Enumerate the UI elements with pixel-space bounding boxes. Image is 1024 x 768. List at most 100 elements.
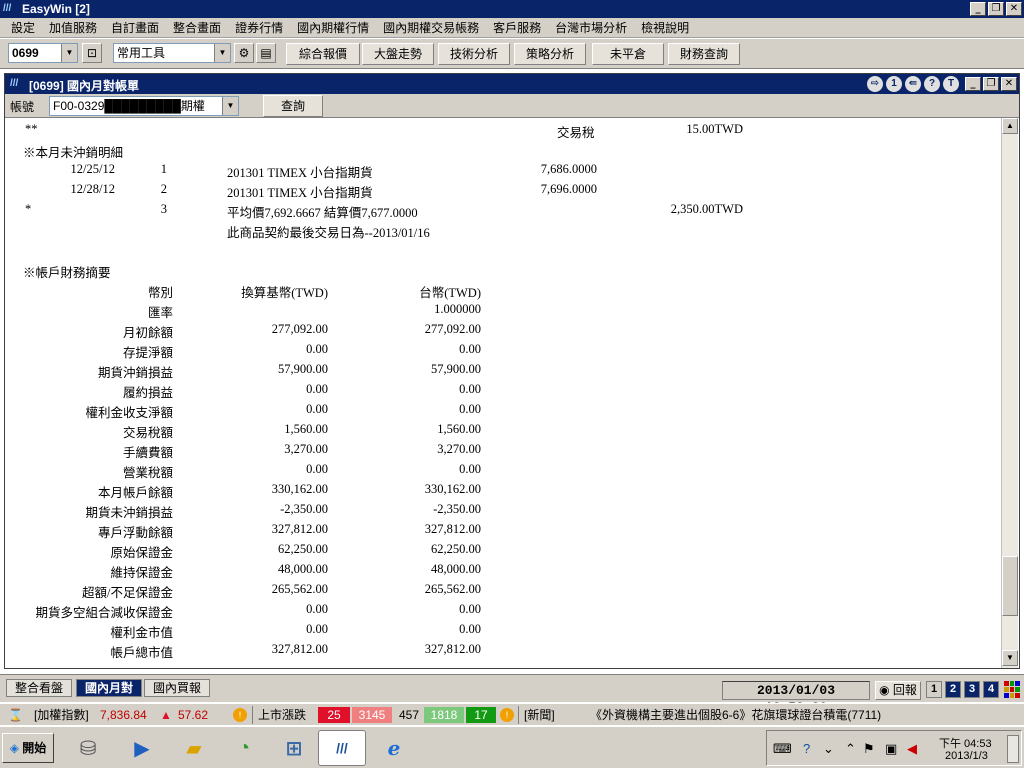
scrollbar-thumb[interactable] <box>1002 556 1018 616</box>
tray-date[interactable]: 2013/1/3 <box>945 750 988 762</box>
app-title-bar: /// EasyWin [2] _ ❐ ✕ <box>0 0 1024 18</box>
restore-button[interactable]: ❐ <box>988 2 1004 16</box>
chevron-up-icon[interactable]: ⌃ <box>845 741 856 757</box>
menu-item[interactable]: 證券行情 <box>228 19 290 36</box>
summary-row-base: 277,092.00 <box>271 322 328 336</box>
limit-down-count: 17 <box>466 707 496 723</box>
windows-taskbar: ◈ 開始 ⛁ ▶ ▰ ◔ ⊞ /// e ⌨ ? ⌄ ⌃ ⚑ ▣ ◀ 下午 04… <box>0 726 1024 768</box>
summary-row-twd: 0.00 <box>459 402 481 416</box>
toolbar-button[interactable]: 綜合報價 <box>286 43 360 65</box>
alert-icon[interactable]: ! <box>233 708 247 722</box>
show-desktop-button[interactable] <box>1007 735 1019 763</box>
summary-row-label: 交易稅額 <box>122 426 173 440</box>
tray-time[interactable]: 下午 04:53 <box>939 735 992 751</box>
minimize-button[interactable]: _ <box>970 2 986 16</box>
easywin-taskbar-icon[interactable]: /// <box>318 730 366 766</box>
layout-number-button[interactable]: 1 <box>926 681 942 698</box>
window-help-button[interactable]: 1 <box>886 76 902 92</box>
network-app-icon[interactable]: ⛁ <box>64 730 112 766</box>
folder-icon[interactable]: ▰ <box>170 730 218 766</box>
powershell-icon[interactable]: ▶ <box>118 730 166 766</box>
toolbar-button[interactable]: 技術分析 <box>438 43 510 65</box>
account-value: F00-0329█████████期權 <box>53 99 205 113</box>
summary-row-twd: 0.00 <box>459 602 481 616</box>
start-button[interactable]: ◈ 開始 <box>2 733 54 763</box>
open-positions-title: ※本月未沖銷明細 <box>23 146 124 160</box>
add-window-icon[interactable]: ▤ <box>256 43 276 63</box>
network-share-icon[interactable]: ⊞ <box>270 730 318 766</box>
grid-layout-icon[interactable] <box>1004 681 1020 698</box>
toolbar-button[interactable]: 策略分析 <box>514 43 586 65</box>
menu-item[interactable]: 國內期權交易帳務 <box>376 19 486 36</box>
menu-item[interactable]: 加值服務 <box>42 19 104 36</box>
volume-muted-icon[interactable]: ◀ <box>907 741 917 757</box>
toolbar-button[interactable]: 未平倉 <box>592 43 664 65</box>
back-report-button[interactable]: ◉ 回報 <box>875 681 921 700</box>
keyboard-icon[interactable]: ⌨ <box>773 741 792 757</box>
row-mark: ** <box>25 122 38 136</box>
summary-row-label: 期貨未沖銷損益 <box>85 506 173 520</box>
menu-item[interactable]: 客戶服務 <box>486 19 548 36</box>
position-price: 7,686.0000 <box>540 162 597 176</box>
chevron-down-icon[interactable]: ▼ <box>214 44 230 62</box>
start-label: 開始 <box>22 741 47 755</box>
menu-item[interactable]: 檢視說明 <box>634 19 696 36</box>
close-button[interactable]: ✕ <box>1006 2 1022 16</box>
toolbar-button[interactable]: 大盤走勢 <box>362 43 434 65</box>
position-qty: 2 <box>160 182 167 196</box>
chevron-down-icon[interactable]: ▼ <box>61 44 77 62</box>
symbol-value: 0699 <box>12 46 39 60</box>
restore-button[interactable]: ❐ <box>983 77 999 91</box>
minimize-button[interactable]: _ <box>965 77 981 91</box>
summary-row-twd: 327,812.00 <box>424 522 481 536</box>
ie-browser-icon[interactable]: e <box>370 730 418 766</box>
layout-number-button[interactable]: 3 <box>964 681 980 698</box>
menu-item[interactable]: 整合畫面 <box>166 19 228 36</box>
scroll-up-icon[interactable]: ▲ <box>1002 118 1018 134</box>
summary-row-twd: 265,562.00 <box>424 582 481 596</box>
refresh-app-icon[interactable]: ◔ <box>220 730 268 766</box>
summary-row-label: 專戶浮動餘額 <box>97 526 173 540</box>
window-help-button[interactable]: ⇨ <box>867 76 883 92</box>
close-button[interactable]: ✕ <box>1001 77 1017 91</box>
query-button[interactable]: 查詢 <box>263 95 323 117</box>
news-headline[interactable]: 《外資機構主要進出個股6-6》花旗環球證台積電(7711) <box>590 707 881 723</box>
window-help-button[interactable]: ? <box>924 76 940 92</box>
tools-combo[interactable]: 常用工具 ▼ <box>113 43 231 63</box>
flag-icon[interactable]: ⚑ <box>863 741 875 757</box>
position-qty: 1 <box>160 162 167 176</box>
statement-title-bar: /// [0699] 國內月對帳單 ⇨ 1 ⇚? T _ ❐ ✕ <box>5 74 1019 94</box>
summary-row-label: 履約損益 <box>122 386 173 400</box>
menu-item[interactable]: 自訂畫面 <box>104 19 166 36</box>
alert-icon[interactable]: ! <box>500 708 514 722</box>
account-select[interactable]: F00-0329█████████期權 ▼ <box>49 96 239 116</box>
summary-row-label: 權利金收支淨額 <box>85 406 173 420</box>
layout-number-button[interactable]: 2 <box>945 681 961 698</box>
window-help-button[interactable]: T <box>943 76 959 92</box>
up-count: 3145 <box>352 707 392 723</box>
summary-row-label: 超額/不足保證金 <box>82 586 173 600</box>
tab-1[interactable]: 整合看盤 <box>6 679 73 697</box>
summary-row-base: 1,560.00 <box>284 422 328 436</box>
chevron-down-icon[interactable]: ▼ <box>222 97 238 115</box>
last-trade-note: 此商品契約最後交易日為--2013/01/16 <box>227 226 430 240</box>
network-icon[interactable]: ▣ <box>885 741 897 757</box>
tab-3[interactable]: 國內買報 <box>144 679 211 697</box>
symbol-combo[interactable]: 0699 ▼ <box>8 43 78 63</box>
tools-value: 常用工具 <box>117 46 166 60</box>
summary-row-label: 期貨沖銷損益 <box>97 366 173 380</box>
chevron-down-icon[interactable]: ⌄ <box>823 741 834 757</box>
menu-item[interactable]: 設定 <box>4 19 42 36</box>
summary-row-label: 期貨多空組合減收保證金 <box>35 606 173 620</box>
search-icon[interactable]: ⊡ <box>82 43 102 63</box>
scroll-down-icon[interactable]: ▼ <box>1002 650 1018 666</box>
gear-icon[interactable]: ⚙ <box>234 43 254 63</box>
menu-item[interactable]: 國內期權行情 <box>290 19 376 36</box>
vertical-scrollbar[interactable]: ▲ ▼ <box>1001 118 1018 668</box>
tab-2[interactable]: 國內月對 <box>76 679 143 697</box>
window-help-button[interactable]: ⇚ <box>905 76 921 92</box>
menu-item[interactable]: 台灣市場分析 <box>548 19 634 36</box>
layout-number-button[interactable]: 4 <box>983 681 999 698</box>
toolbar-button[interactable]: 財務查詢 <box>668 43 740 65</box>
help-icon[interactable]: ? <box>803 741 810 756</box>
